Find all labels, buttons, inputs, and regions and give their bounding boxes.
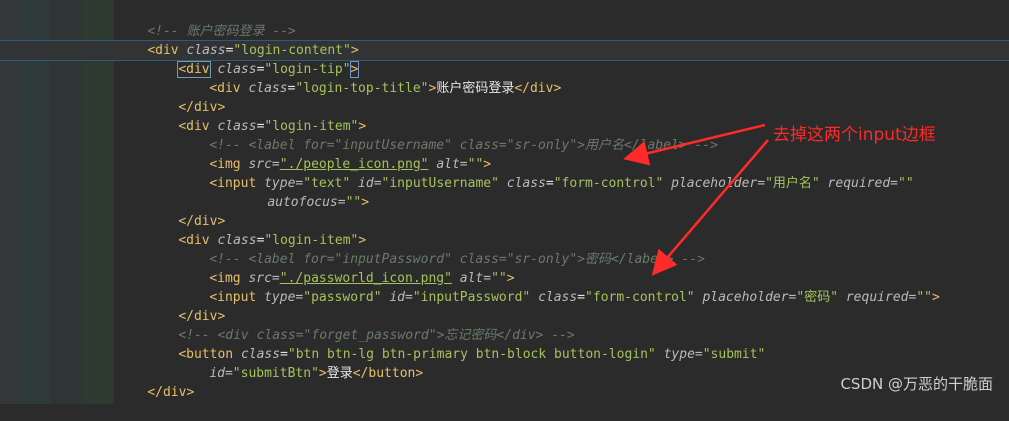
arrow-to-username-input	[623, 123, 766, 166]
annotation-arrows	[623, 123, 769, 276]
arrow-to-password-input	[651, 139, 769, 276]
watermark: CSDN @万恶的干脆面	[840, 375, 993, 393]
annotation-label: 去掉这两个input边框	[773, 125, 936, 145]
